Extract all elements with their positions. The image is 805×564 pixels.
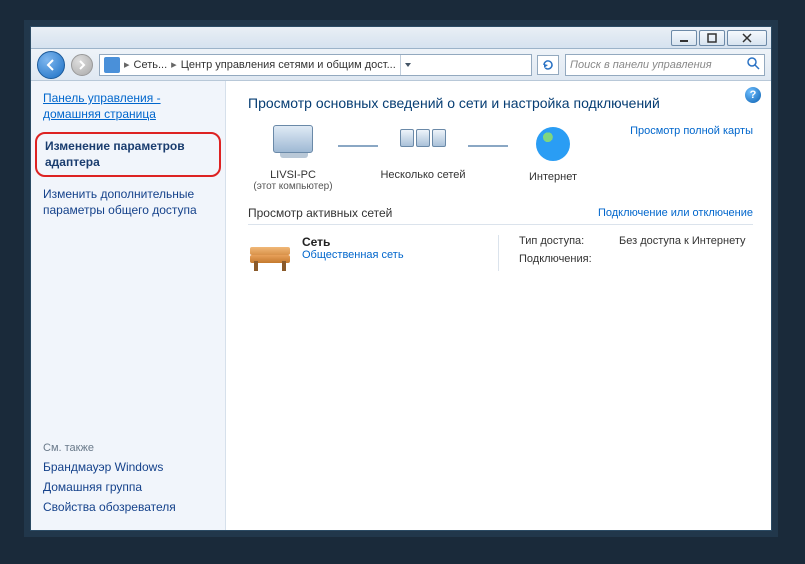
chevron-right-icon: ▸ xyxy=(171,58,177,71)
network-name: Сеть xyxy=(302,235,404,249)
minimize-button[interactable] xyxy=(671,30,697,46)
network-card: Сеть Общественная сеть xyxy=(248,235,488,271)
computer-icon xyxy=(273,125,313,153)
search-icon[interactable] xyxy=(746,56,760,73)
active-networks-grid: Сеть Общественная сеть Тип доступа: Без … xyxy=(248,235,753,271)
nav-back-button[interactable] xyxy=(37,51,65,79)
titlebar xyxy=(31,27,771,49)
view-full-map-link[interactable]: Просмотр полной карты xyxy=(630,125,753,137)
control-panel-home-link[interactable]: Панель управления - домашняя страница xyxy=(43,91,213,122)
divider xyxy=(248,224,753,225)
breadcrumb-root[interactable]: Сеть... xyxy=(134,59,168,71)
node-internet-label: Интернет xyxy=(508,171,598,183)
see-also-internet-options[interactable]: Свойства обозревателя xyxy=(43,500,213,514)
connector-line xyxy=(338,145,378,147)
maximize-button[interactable] xyxy=(699,30,725,46)
refresh-button[interactable] xyxy=(537,55,559,75)
network-folder-icon xyxy=(104,57,120,73)
close-button[interactable] xyxy=(727,30,767,46)
public-network-icon xyxy=(248,235,292,271)
connector-line xyxy=(468,145,508,147)
globe-icon xyxy=(536,127,570,161)
sidebar-item-sharing-settings[interactable]: Изменить дополнительные параметры общего… xyxy=(43,187,213,218)
sidebar: Панель управления - домашняя страница Из… xyxy=(31,81,226,530)
breadcrumb-current[interactable]: Центр управления сетями и общим дост... xyxy=(181,59,396,71)
nav-forward-button xyxy=(71,54,93,76)
network-details: Тип доступа: Без доступа к Интернету Под… xyxy=(498,235,753,271)
network-map-row: LIVSI-PC (этот компьютер) Несколько сете… xyxy=(248,125,753,192)
breadcrumb[interactable]: ▸ Сеть... ▸ Центр управления сетями и об… xyxy=(99,54,532,76)
search-input[interactable]: Поиск в панели управления xyxy=(565,54,765,76)
control-panel-window: ▸ Сеть... ▸ Центр управления сетями и об… xyxy=(30,26,772,531)
connect-disconnect-link[interactable]: Подключение или отключение xyxy=(598,207,753,219)
breadcrumb-dropdown[interactable] xyxy=(400,55,416,75)
help-icon[interactable]: ? xyxy=(745,87,761,103)
see-also-firewall[interactable]: Брандмауэр Windows xyxy=(43,460,213,474)
network-type-link[interactable]: Общественная сеть xyxy=(302,249,404,261)
access-type-value: Без доступа к Интернету xyxy=(619,235,746,247)
access-type-label: Тип доступа: xyxy=(519,235,619,247)
active-networks-label: Просмотр активных сетей Подключение или … xyxy=(248,206,753,220)
page-title: Просмотр основных сведений о сети и наст… xyxy=(248,95,753,111)
node-internet: Интернет xyxy=(508,125,598,183)
node-this-pc: LIVSI-PC (этот компьютер) xyxy=(248,125,338,192)
node-pc-name: LIVSI-PC xyxy=(248,169,338,181)
node-pc-sub: (этот компьютер) xyxy=(248,181,338,192)
search-placeholder: Поиск в панели управления xyxy=(570,59,712,71)
address-bar-row: ▸ Сеть... ▸ Центр управления сетями и об… xyxy=(31,49,771,81)
see-also-label: См. также xyxy=(43,442,213,454)
multiple-networks-icon xyxy=(399,125,447,147)
sidebar-item-adapter-settings[interactable]: Изменение параметров адаптера xyxy=(35,132,221,177)
main-content: ? Просмотр основных сведений о сети и на… xyxy=(226,81,771,530)
node-multi-label: Несколько сетей xyxy=(378,169,468,181)
connections-label: Подключения: xyxy=(519,253,619,265)
window-body: Панель управления - домашняя страница Из… xyxy=(31,81,771,530)
chevron-right-icon: ▸ xyxy=(124,58,130,71)
see-also-homegroup[interactable]: Домашняя группа xyxy=(43,480,213,494)
node-multiple-networks: Несколько сетей xyxy=(378,125,468,181)
